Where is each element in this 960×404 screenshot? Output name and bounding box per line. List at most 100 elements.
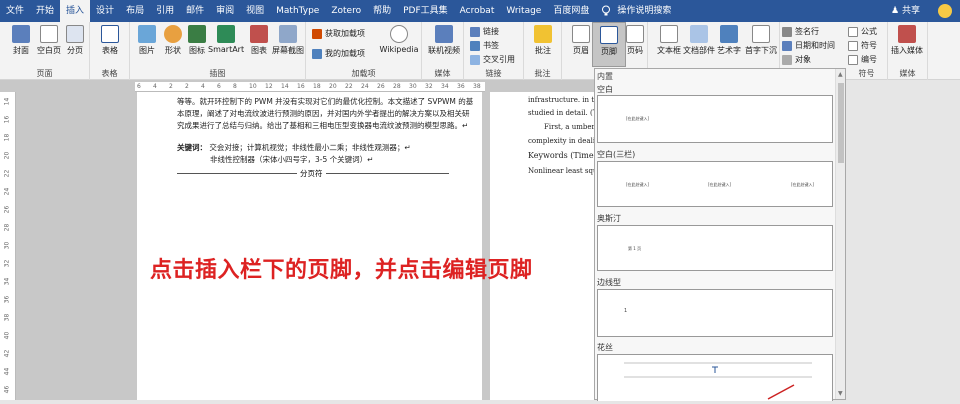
- group-pages: 封面 空白页 分页 页面: [0, 22, 90, 80]
- gallery-scrollbar[interactable]: ▲ ▼: [835, 69, 845, 399]
- gallery-item-sideline[interactable]: 1: [597, 289, 833, 337]
- tab-file[interactable]: 文件: [0, 0, 30, 22]
- placeholder-text: [在此处键入]: [791, 182, 815, 187]
- tab-pdf-tools[interactable]: PDF工具集: [397, 0, 454, 22]
- tab-acrobat[interactable]: Acrobat: [454, 0, 501, 22]
- help-search[interactable]: 操作说明搜索: [601, 0, 677, 22]
- gallery-item-austin-label: 奥斯汀: [597, 214, 621, 223]
- tab-insert[interactable]: 插入: [60, 0, 91, 22]
- gallery-item-austin[interactable]: 第 1 页: [597, 225, 833, 271]
- tab-design[interactable]: 设计: [90, 0, 120, 22]
- equation-button[interactable]: 公式: [848, 26, 877, 37]
- group-label-embed-media: 媒体: [899, 69, 916, 78]
- share-button[interactable]: ♟ 共享: [891, 0, 920, 22]
- tab-help[interactable]: 帮助: [367, 0, 397, 22]
- wikipedia-button[interactable]: Wikipedia: [378, 25, 420, 54]
- comment-button[interactable]: 批注: [526, 25, 560, 56]
- english-line: Keywords (Times: [528, 151, 594, 160]
- table-icon: [101, 25, 119, 43]
- group-illustrations: 图片 形状 图标 SmartArt 图表 屏幕截图 插图: [130, 22, 306, 80]
- ruler-tick-label: 8: [233, 83, 237, 90]
- group-label-media: 媒体: [434, 69, 451, 78]
- page-break-button[interactable]: 分页: [58, 25, 92, 56]
- cross-reference-button[interactable]: 交叉引用: [470, 54, 515, 65]
- english-line: First, a umber o: [544, 123, 594, 131]
- screenshot-button[interactable]: 屏幕截图: [270, 25, 306, 56]
- link-button[interactable]: 链接: [470, 26, 499, 37]
- link-label: 链接: [483, 27, 499, 36]
- horizontal-ruler[interactable]: 6 4 2 2 4 6 8 10 12 14 16 18 20 22 24 26 28 30 32 34 36 38: [135, 82, 485, 92]
- tab-mailings[interactable]: 邮件: [180, 0, 210, 22]
- body-line: 本原理，阐述了对电流纹波进行预测的原因，并对国内外学者提出的解决方案以及相关研: [177, 109, 470, 118]
- drop-cap-button[interactable]: 首字下沉: [742, 25, 780, 56]
- signature-line-button[interactable]: 签名行: [782, 26, 819, 37]
- comment-label: 批注: [535, 46, 551, 55]
- tab-review[interactable]: 审阅: [210, 0, 240, 22]
- ruler-tick-label: 42: [3, 349, 11, 358]
- get-addins-button[interactable]: 获取加载项: [312, 28, 365, 39]
- get-addins-label: 获取加载项: [325, 29, 365, 38]
- tab-home[interactable]: 开始: [30, 0, 60, 22]
- number-button[interactable]: 编号: [848, 54, 877, 65]
- group-links: 链接 书签 交叉引用 链接: [464, 22, 524, 80]
- media-icon: [898, 25, 916, 43]
- wordart-button[interactable]: 艺术字: [712, 25, 746, 56]
- tab-references[interactable]: 引用: [150, 0, 180, 22]
- ruler-tick-label: 20: [329, 83, 337, 90]
- tab-baidu-netdisk[interactable]: 百度网盘: [547, 0, 595, 22]
- gallery-item-filigree[interactable]: [597, 354, 833, 401]
- chart-label: 图表: [251, 46, 267, 55]
- gallery-item-blank[interactable]: [在此处键入]: [597, 95, 833, 143]
- gallery-item-blank-three[interactable]: [在此处键入] [在此处键入] [在此处键入]: [597, 161, 833, 207]
- gallery-item-sideline-label: 边线型: [597, 278, 621, 287]
- online-video-button[interactable]: 联机视频: [425, 25, 463, 56]
- group-label-tables: 表格: [101, 69, 118, 78]
- cover-label: 封面: [13, 46, 29, 55]
- store-icon: [312, 28, 322, 39]
- scrollbar-thumb[interactable]: [838, 83, 844, 163]
- ruler-tick-label: 36: [3, 295, 11, 304]
- wordart-icon: [720, 25, 738, 43]
- shapes-label: 形状: [165, 46, 181, 55]
- tab-layout[interactable]: 布局: [120, 0, 150, 22]
- smiley-feedback-icon[interactable]: [938, 4, 952, 18]
- quick-parts-button[interactable]: 文档部件: [682, 25, 716, 56]
- tab-zotero[interactable]: Zotero: [325, 0, 367, 22]
- symbol-label: 符号: [861, 41, 877, 50]
- page-1[interactable]: 等等。就开环控制下的 PWM 并没有实现对它们的最优化控制。本文描述了 SVPW…: [137, 92, 482, 400]
- vertical-ruler[interactable]: 14 16 18 20 22 24 26 28 30 32 34 36 38 40 42 44 46: [0, 92, 16, 400]
- ruler-tick-label: 6: [217, 83, 221, 90]
- bookmark-label: 书签: [483, 41, 499, 50]
- smartart-button[interactable]: SmartArt: [208, 25, 244, 54]
- tab-writage[interactable]: Writage: [500, 0, 547, 22]
- scroll-down-icon[interactable]: ▼: [838, 390, 843, 397]
- table-button[interactable]: 表格: [93, 25, 127, 56]
- symbol-button[interactable]: 符号: [848, 40, 877, 51]
- page-2[interactable]: infrastructure. in this studied in detai…: [490, 92, 594, 400]
- object-button[interactable]: 对象: [782, 54, 811, 65]
- page-number-text: 第 1 页: [628, 246, 642, 251]
- tab-mathtype[interactable]: MathType: [270, 0, 325, 22]
- menu-bar: 文件 开始 插入 设计 布局 引用 邮件 审阅 视图 MathType Zote…: [0, 0, 960, 22]
- wikipedia-icon: [390, 25, 408, 43]
- group-media: 联机视频 媒体: [422, 22, 464, 80]
- embed-media-button[interactable]: 插入媒体: [890, 25, 924, 56]
- screenshot-label: 屏幕截图: [272, 46, 304, 55]
- number-icon: [848, 54, 858, 65]
- keywords-line-2: 非线性控制器（宋体小四号字，3-5 个关键词）↵: [210, 155, 374, 164]
- page-break-label: 分页符: [297, 168, 326, 179]
- bookmark-button[interactable]: 书签: [470, 40, 499, 51]
- ruler-tick-label: 12: [265, 83, 273, 90]
- screenshot-icon: [279, 25, 297, 43]
- tab-view[interactable]: 视图: [240, 0, 270, 22]
- page-number-button[interactable]: 页码: [618, 25, 652, 56]
- placeholder-text: [在此处键入]: [708, 182, 732, 187]
- footer-gallery-panel: 内置 空白 [在此处键入] 空白(三栏) [在此处键入] [在此处键入] [在此…: [594, 68, 846, 401]
- ruler-tick-label: 32: [3, 259, 11, 268]
- scroll-up-icon[interactable]: ▲: [838, 71, 843, 78]
- header-label: 页眉: [573, 46, 589, 55]
- my-addins-button[interactable]: 我的加载项: [312, 48, 365, 59]
- textbox-icon: [660, 25, 678, 43]
- textbox-button[interactable]: 文本框: [652, 25, 686, 56]
- date-time-button[interactable]: 日期和时间: [782, 40, 835, 51]
